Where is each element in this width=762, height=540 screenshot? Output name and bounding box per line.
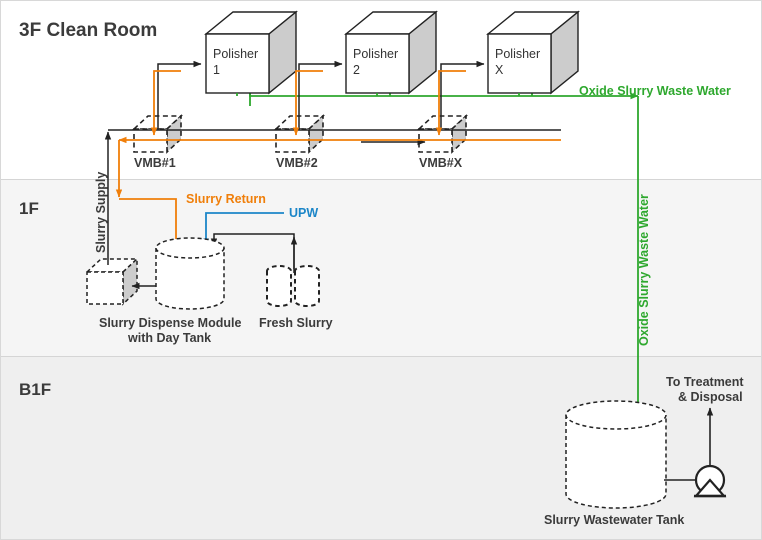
label-fresh-slurry: Fresh Slurry [259,316,333,330]
label-dispense-module-line1: Slurry Dispense Module [99,316,241,330]
polisher-1-label-number: 1 [213,63,220,77]
polisher-2-label-number: 2 [353,63,360,77]
slurry-dispense-module[interactable] [85,257,139,306]
floor-label-3f: 3F Clean Room [19,20,157,41]
label-upw: UPW [289,206,318,220]
label-slurry-supply: Slurry Supply [94,172,108,253]
label-slurry-return: Slurry Return [186,192,266,206]
polisher-x-label-name: Polisher [495,47,540,61]
label-to-treatment-line1: To Treatment [666,375,744,389]
vmb-2-label: VMB#2 [276,156,318,170]
dispense-module-face [86,271,124,305]
floor-label-1f: 1F [19,199,39,218]
diagram-canvas: 3F Clean Room 1F B1F Polisher 1 Polisher… [0,0,762,540]
slurry-wastewater-tank[interactable] [565,400,667,509]
vmb-x[interactable]: VMB#X [416,114,469,170]
label-oxide-waste-vertical: Oxide Slurry Waste Water [637,194,651,346]
wastewater-tank-top [565,400,667,430]
polisher-x-label-number: X [495,63,504,77]
vmb-x-label: VMB#X [419,156,463,170]
fresh-slurry-drum-right [294,265,320,307]
floor-label-b1f: B1F [19,380,51,399]
label-wastewater-tank: Slurry Wastewater Tank [544,513,684,527]
label-to-treatment-line2: & Disposal [678,390,743,404]
vmb-1-label: VMB#1 [134,156,176,170]
cmp-slurry-flow-diagram: 3F Clean Room 1F B1F Polisher 1 Polisher… [1,1,761,539]
polisher-x[interactable]: Polisher X [486,10,580,95]
label-oxide-waste-horizontal: Oxide Slurry Waste Water [579,84,731,98]
day-tank[interactable] [155,237,225,310]
polisher-1[interactable]: Polisher 1 [204,10,298,95]
label-dispense-module-line2: with Day Tank [127,331,211,345]
polisher-2[interactable]: Polisher 2 [344,10,438,95]
day-tank-top [155,237,225,259]
polisher-1-label-name: Polisher [213,47,258,61]
polisher-2-label-name: Polisher [353,47,398,61]
fresh-slurry-drum-left [266,265,292,307]
